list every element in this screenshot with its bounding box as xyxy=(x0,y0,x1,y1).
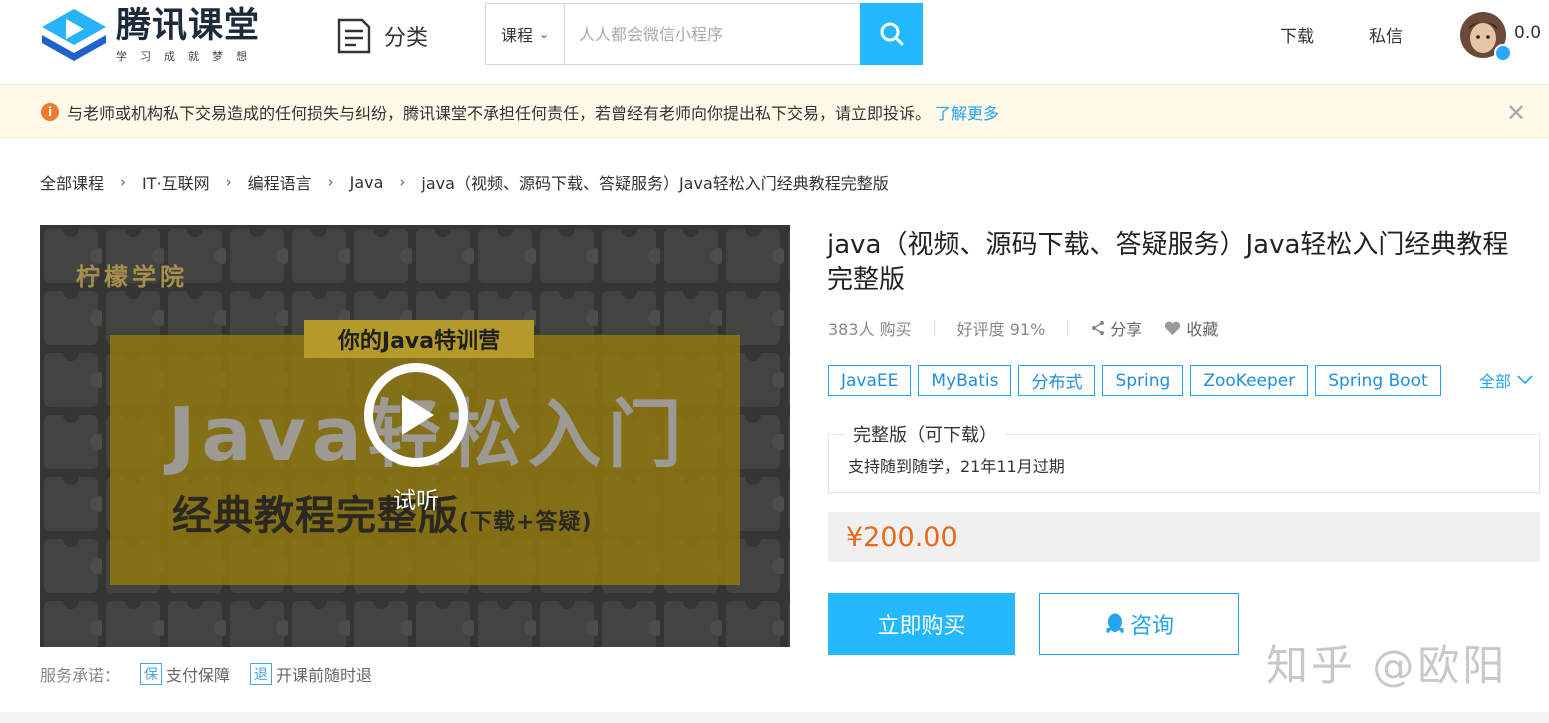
breadcrumb-current: java（视频、源码下载、答疑服务）Java轻松入门经典教程完整版 xyxy=(421,174,889,193)
divider xyxy=(1067,320,1069,336)
breadcrumb-chevron-icon: › xyxy=(327,173,334,191)
search-scope-label: 课程 xyxy=(500,26,533,45)
trial-label: 试听 xyxy=(393,488,439,514)
logo-subtitle: 学习成就梦想 xyxy=(116,50,260,63)
breadcrumb-item[interactable]: IT·互联网 xyxy=(142,170,210,194)
consult-button[interactable]: 咨询 xyxy=(1039,593,1239,655)
heart-icon xyxy=(1165,321,1181,335)
watermark: 知乎 @欧阳 xyxy=(1266,641,1508,690)
rating: 好评度 91% xyxy=(956,320,1046,339)
service-promise: 服务承诺： 保 支付保障 退 开课前随时退 xyxy=(40,662,372,686)
breadcrumb: 全部课程 › IT·互联网 › 编程语言 › Java › java（视频、源码… xyxy=(40,170,889,194)
play-button[interactable] xyxy=(364,363,468,467)
tag[interactable]: Spring Boot xyxy=(1315,365,1441,396)
site-logo[interactable]: 腾讯课堂 学习成就梦想 xyxy=(38,4,278,66)
share-button[interactable]: 分享 xyxy=(1090,316,1142,340)
video-brand: 柠檬学院 xyxy=(76,263,188,291)
divider xyxy=(933,320,935,336)
notice-text: 与老师或机构私下交易造成的任何损失与纠纷，腾讯课堂不承担任何责任，若曾经有老师向… xyxy=(67,103,932,123)
price-bar: ¥200.00 xyxy=(828,512,1540,562)
breadcrumb-chevron-icon: › xyxy=(399,173,406,191)
tag[interactable]: JavaEE xyxy=(828,365,912,396)
qq-icon xyxy=(1106,613,1124,633)
category-menu[interactable]: 分类 xyxy=(336,17,428,55)
top-header: 腾讯课堂 学习成就梦想 分类 课程 ⌄ 下载 私信 xyxy=(0,0,1549,85)
service-label: 服务承诺： xyxy=(40,666,121,685)
course-stats: 383人 购买 好评度 91% 分享 收藏 xyxy=(828,316,1218,340)
course-video-preview[interactable]: 柠檬学院 你的Java特训营 Java轻松入门 经典教程完整版(下载+答疑) 试… xyxy=(40,225,790,647)
buy-now-button[interactable]: 立即购买 xyxy=(828,593,1015,655)
notice-banner: i 与老师或机构私下交易造成的任何损失与纠纷，腾讯课堂不承担任何责任，若曾经有老… xyxy=(0,86,1549,138)
course-tags: JavaEE MyBatis 分布式 Spring ZooKeeper Spri… xyxy=(828,365,1448,396)
search-bar: 课程 ⌄ xyxy=(485,3,923,65)
price: ¥200.00 xyxy=(846,521,958,553)
favorite-button[interactable]: 收藏 xyxy=(1164,316,1218,340)
course-title: java（视频、源码下载、答疑服务）Java轻松入门经典教程完整版 xyxy=(827,230,1509,295)
buyers-count: 383人 购买 xyxy=(828,320,912,339)
tag[interactable]: ZooKeeper xyxy=(1190,365,1309,396)
logo-play-icon xyxy=(38,5,110,65)
search-button[interactable] xyxy=(860,3,923,65)
refund-icon: 退 xyxy=(250,663,273,685)
message-link[interactable]: 私信 xyxy=(1369,22,1403,47)
close-icon[interactable]: ✕ xyxy=(1506,99,1526,127)
tags-all-toggle[interactable]: 全部 xyxy=(1479,368,1533,392)
breadcrumb-chevron-icon: › xyxy=(225,173,232,191)
qq-badge-icon xyxy=(1494,44,1512,62)
breadcrumb-item[interactable]: 编程语言 xyxy=(248,170,312,194)
share-icon xyxy=(1092,321,1105,335)
user-avatar[interactable] xyxy=(1460,12,1512,62)
tag[interactable]: 分布式 xyxy=(1018,365,1096,396)
breadcrumb-item[interactable]: 全部课程 xyxy=(40,170,104,194)
tag[interactable]: Spring xyxy=(1102,365,1184,396)
search-input[interactable] xyxy=(565,3,860,65)
notice-learn-more-link[interactable]: 了解更多 xyxy=(935,100,999,124)
chevron-down-icon xyxy=(1517,375,1533,385)
search-icon xyxy=(880,22,903,46)
video-tagline: 你的Java特训营 xyxy=(304,320,534,358)
download-link[interactable]: 下载 xyxy=(1280,22,1314,47)
package-title: 完整版（可下载） xyxy=(845,421,1005,447)
guarantee-icon: 保 xyxy=(140,663,163,685)
service-item-payment: 保 支付保障 xyxy=(140,662,230,686)
play-icon xyxy=(402,395,434,435)
category-list-icon xyxy=(337,18,371,54)
category-label: 分类 xyxy=(384,26,429,51)
info-icon: i xyxy=(41,102,59,121)
tag[interactable]: MyBatis xyxy=(918,365,1012,396)
breadcrumb-item[interactable]: Java xyxy=(350,173,384,192)
search-scope-select[interactable]: 课程 ⌄ xyxy=(485,3,565,65)
logo-title: 腾讯课堂 xyxy=(116,6,261,46)
service-item-refund: 退 开课前随时退 xyxy=(250,662,372,686)
user-balance: 0.0 xyxy=(1514,23,1542,43)
chevron-down-icon: ⌄ xyxy=(538,27,550,41)
footer-strip xyxy=(0,712,1549,723)
package-description: 支持随到随学，21年11月过期 xyxy=(848,457,1065,476)
breadcrumb-chevron-icon: › xyxy=(120,173,127,191)
